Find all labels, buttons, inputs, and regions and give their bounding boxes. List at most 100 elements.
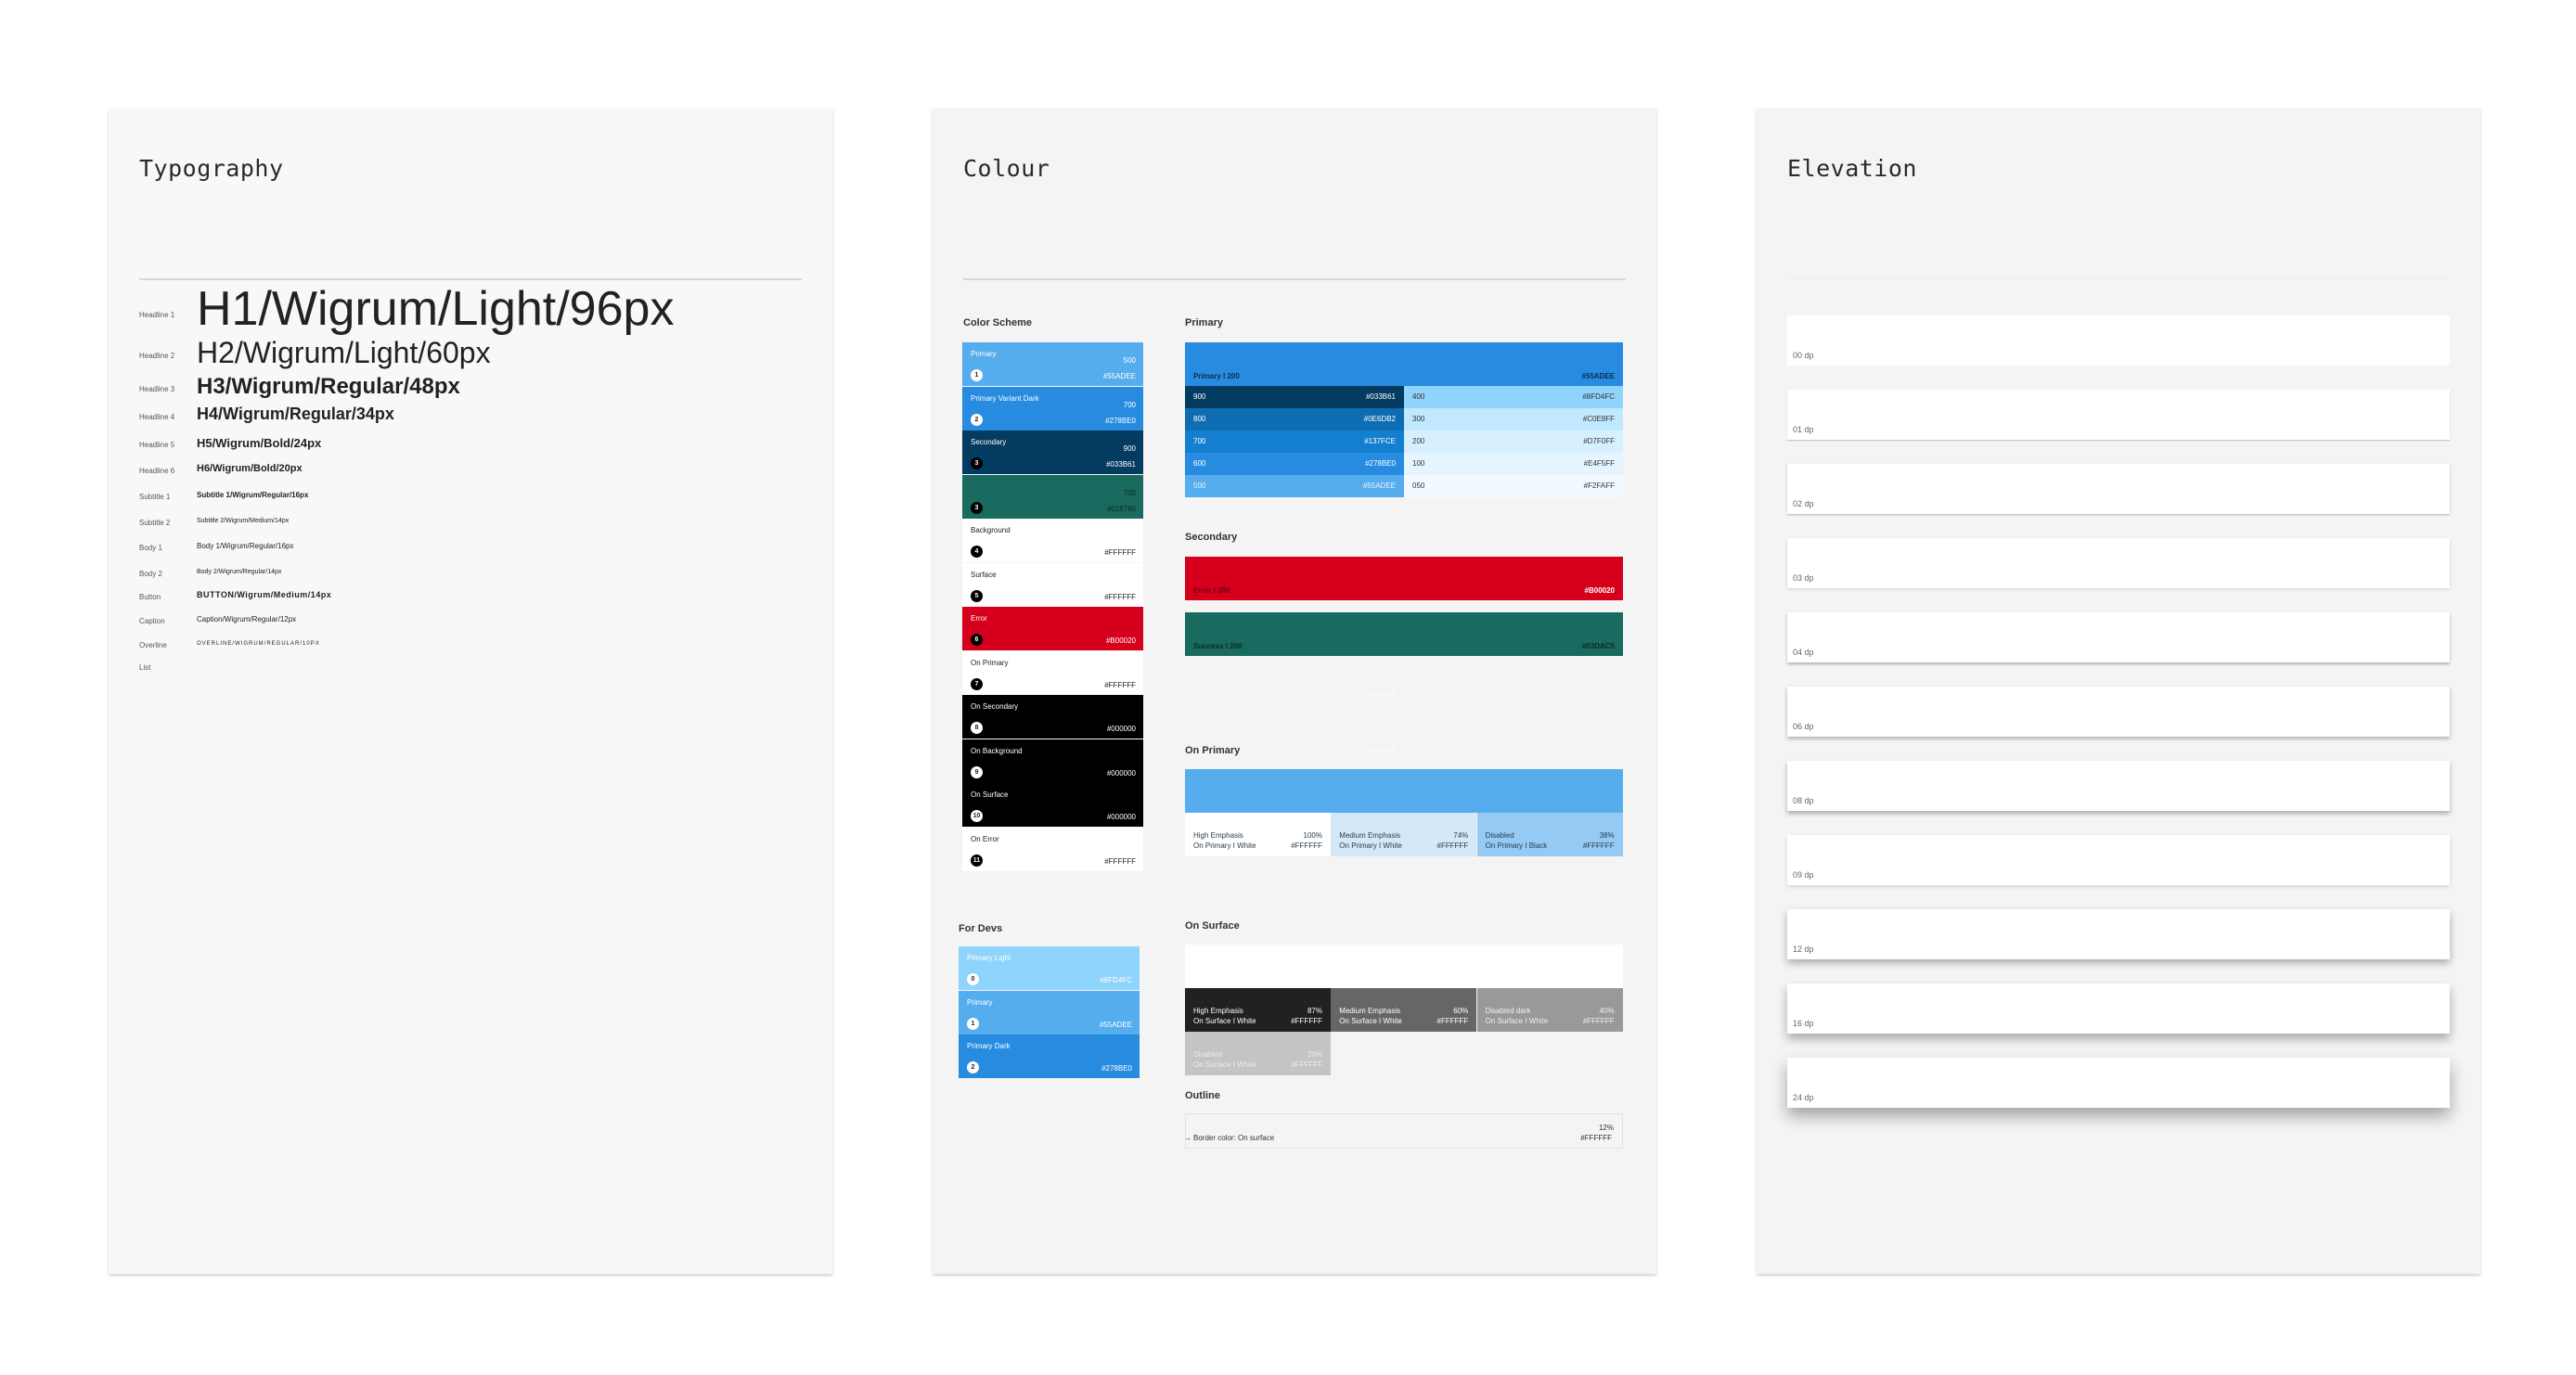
swatch-hex: #000000 [1106,725,1136,733]
emphasis-pct: 38% [1599,831,1615,840]
palette-weight: 700 [1193,437,1206,445]
emphasis-cell[interactable]: Disabled On Primary I Black 38% #FFFFFF [1476,813,1623,856]
on-primary-heading: On Primary [1185,745,1241,756]
swatch-name: On Background [971,746,1023,755]
palette-cell[interactable]: 100 #E4F5FF [1404,453,1623,475]
elevation-card[interactable]: 24 dp [1787,1058,2450,1108]
emphasis-hex: #FFFFFF [1291,1060,1322,1069]
elevation-card[interactable]: 06 dp [1787,687,2450,737]
type-style-label: Headline 2 [139,352,175,360]
emphasis-pct: 100% [1303,831,1322,840]
swatch-weight: 700 [1123,400,1136,409]
color-swatch[interactable]: On Background #000000 9 [962,739,1143,783]
elevation-card[interactable]: 02 dp [1787,464,2450,514]
swatch-name: Background [971,526,1011,534]
color-swatch[interactable]: Primary 500 #55ADEE 1 [962,342,1143,386]
emphasis-cell[interactable]: High Emphasis On Primary I White 100% #FFFF… [1185,813,1331,856]
palette-hex: #55ADEE [1362,482,1396,490]
palette-cell[interactable]: 900 #033B61 [1185,386,1404,408]
color-swatch[interactable]: On Surface #000000 10 [962,783,1143,827]
swatch-hex: #55ADEE [1099,1020,1132,1029]
palette-cell[interactable]: 400 #8FD4FC [1404,386,1623,408]
emphasis-title: High Emphasis [1193,831,1243,840]
emphasis-cell[interactable]: Disabled On Surface I White 20% #FFFFFF [1185,1032,1331,1075]
swatch-weight: 500 [1123,356,1136,365]
color-swatch[interactable]: Background #FFFFFF 4 [962,519,1143,562]
swatch-number-badge: 1 [967,1017,979,1030]
ghost-hex: #01A299 [1366,690,1397,699]
emphasis-title: Disabled dark [1485,1007,1531,1015]
swatch-number-badge: 6 [971,634,983,646]
swatch-name: On Error [971,834,999,843]
color-swatch[interactable]: Primary Variant Dark 700 #278BE0 2 [962,386,1143,430]
elevation-card[interactable]: 16 dp [1787,983,2450,1034]
palette-weight: 400 [1412,392,1425,401]
palette-cell[interactable]: 800 #0E6DB2 [1185,408,1404,430]
type-style-label: Headline 1 [139,311,175,319]
palette-weight: 900 [1193,392,1206,401]
swatch-hex: #B00020 [1105,636,1136,645]
elevation-label: 03 dp [1793,573,1814,583]
palette-weight: 500 [1193,482,1206,490]
outline-sample: → Border color: On surface 12% #FFFFFF [1184,1113,1623,1149]
palette-weight: 300 [1412,415,1425,423]
swatch-hex: #278BE0 [1105,416,1136,425]
type-style-sample: Subtitle 2/Wigrum/Medium/14px [197,518,290,524]
emphasis-title: Disabled [1193,1050,1223,1059]
emphasis-pct: 20% [1307,1050,1322,1059]
bar-hex: #B00020 [1584,586,1615,595]
swatch-hex: #278BE0 [1101,1064,1132,1073]
swatch-number-badge: 1 [971,369,983,381]
bar-label: Error I 200 [1193,586,1230,595]
dev-color-swatch[interactable]: Primary #55ADEE 1 [959,990,1140,1034]
swatch-number-badge: 10 [971,810,983,822]
emphasis-cell[interactable]: Medium Emphasis On Primary I White 74% #FFF… [1331,813,1477,856]
color-swatch[interactable]: Secondary 900 #033B61 3 [962,430,1143,474]
emphasis-pct: 87% [1307,1007,1322,1015]
type-style-sample: OVERLINE/WIGRUM/REGULAR/10PX [197,641,320,647]
board-title: Colour [963,155,1050,182]
elevation-card[interactable]: 01 dp [1787,390,2450,440]
type-style-label: Headline 5 [139,441,175,449]
type-style-sample: H1/Wigrum/Light/96px [197,282,675,336]
elevation-card[interactable]: 08 dp [1787,761,2450,811]
palette-cell[interactable]: 600 #278BE0 [1185,453,1404,475]
primary-palette: Primary I 200 #55ADEE 900 #033B61 800 #0E6D… [1185,342,1623,497]
swatch-hex: #FFFFFF [1104,548,1136,557]
secondary-color-bar[interactable]: Success I 200 #03DAC5 [1185,612,1623,656]
color-swatch[interactable]: 700 #018786 3 [962,474,1143,519]
elevation-card[interactable]: 03 dp [1787,538,2450,588]
elevation-card[interactable]: 00 dp [1787,315,2450,366]
emphasis-cell[interactable]: Medium Emphasis On Surface I White 60% #FFF… [1331,988,1477,1032]
secondary-color-bar[interactable]: Error I 200 #B00020 [1185,557,1623,600]
primary-palette-label: Primary I 200 [1193,372,1240,380]
elevation-card[interactable]: 12 dp [1787,909,2450,959]
swatch-name: Secondary [971,438,1007,446]
type-style-label: Headline 3 [139,385,175,393]
palette-cell[interactable]: 700 #137FCE [1185,430,1404,453]
palette-cell[interactable]: 200 #D7F0FF [1404,430,1623,453]
emphasis-title: Medium Emphasis [1339,1007,1401,1015]
color-swatch[interactable]: On Secondary #000000 8 [962,695,1143,739]
emphasis-sub: On Surface I White [1485,1017,1549,1025]
color-swatch[interactable]: Error #B00020 6 [962,607,1143,650]
color-swatch[interactable]: On Primary #FFFFFF 7 [962,650,1143,695]
palette-cell[interactable]: 050 #F2FAFF [1404,475,1623,497]
color-swatch[interactable]: Surface #FFFFFF 5 [962,562,1143,607]
emphasis-pct: 74% [1453,831,1469,840]
emphasis-title: Medium Emphasis [1339,831,1401,840]
primary-palette-header: Primary I 200 #55ADEE [1185,342,1623,386]
palette-hex: #E4F5FF [1583,459,1615,468]
elevation-card[interactable]: 09 dp [1787,835,2450,885]
emphasis-cell[interactable]: High Emphasis On Surface I White 87% #FFFFF… [1185,988,1331,1032]
color-swatch[interactable]: On Error #FFFFFF 11 [962,827,1143,871]
swatch-number-badge: 3 [971,457,983,469]
swatch-number-badge: 2 [971,413,983,426]
palette-cell[interactable]: 500 #55ADEE [1185,475,1404,497]
dev-color-swatch[interactable]: Primary Dark #278BE0 2 [959,1034,1140,1078]
palette-cell[interactable]: 300 #C0E8FF [1404,408,1623,430]
elevation-card[interactable]: 04 dp [1787,612,2450,662]
emphasis-cell[interactable]: Disabled dark On Surface I White 40% #FFFFF… [1476,988,1623,1032]
dev-color-swatch[interactable]: Primary Light #8FD4FC 0 [959,946,1140,990]
type-style-sample: H2/Wigrum/Light/60px [197,336,491,369]
